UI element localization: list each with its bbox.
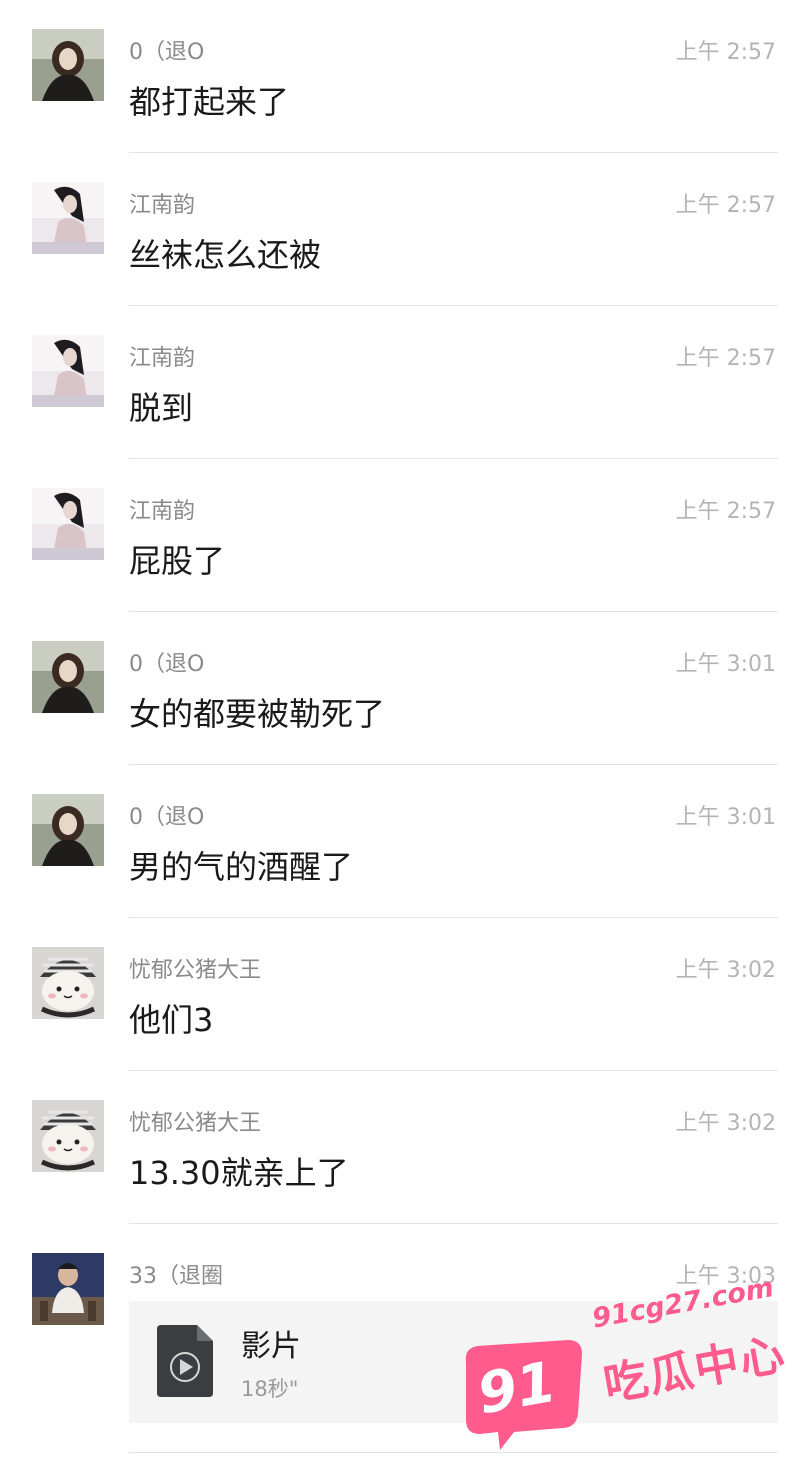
- file-title: 影片: [241, 1329, 301, 1364]
- sender-avatar[interactable]: [32, 182, 104, 254]
- message-text: 男的气的酒醒了: [129, 848, 354, 886]
- sender-avatar[interactable]: [32, 1253, 104, 1325]
- sender-avatar[interactable]: [32, 335, 104, 407]
- sender-avatar[interactable]: [32, 641, 104, 713]
- photo-woman-icon: [32, 488, 104, 560]
- chat-message-row[interactable]: 0（退O 上午 3:01 女的都要被勒死了: [0, 612, 800, 765]
- sender-avatar[interactable]: [32, 1100, 104, 1172]
- sender-avatar[interactable]: [32, 947, 104, 1019]
- watermark-number: 91: [472, 1349, 561, 1428]
- sender-name: 江南韵: [129, 193, 196, 218]
- message-text: 13.30就亲上了: [129, 1154, 349, 1192]
- video-file-icon: [157, 1325, 213, 1397]
- plush-toy-icon: [32, 1100, 104, 1172]
- chat-message-row[interactable]: 江南韵 上午 2:57 脱到: [0, 306, 800, 459]
- message-text: 丝袜怎么还被: [129, 236, 322, 274]
- plush-toy-icon: [32, 947, 104, 1019]
- photo-child-icon: [32, 1253, 104, 1325]
- watermark-title: 吃瓜中心: [599, 1328, 790, 1412]
- message-time: 上午 2:57: [675, 499, 776, 524]
- chat-message-row[interactable]: 江南韵 上午 2:57 丝袜怎么还被: [0, 153, 800, 306]
- sender-avatar[interactable]: [32, 488, 104, 560]
- message-text: 都打起来了: [129, 83, 290, 121]
- sender-name: 33（退圈: [129, 1264, 223, 1289]
- sender-name: 0（退O: [129, 805, 205, 830]
- chat-message-row[interactable]: 江南韵 上午 2:57 屁股了: [0, 459, 800, 612]
- chat-message-row[interactable]: 0（退O 上午 3:01 男的气的酒醒了: [0, 765, 800, 918]
- sender-name: 0（退O: [129, 652, 205, 677]
- message-time: 上午 2:57: [675, 346, 776, 371]
- photo-woman-icon: [32, 182, 104, 254]
- site-watermark: 91 91cg27.com 吃瓜中心: [458, 1272, 790, 1460]
- file-duration: 18秒": [241, 1377, 299, 1401]
- sender-name: 忧郁公猪大王: [129, 958, 262, 983]
- message-text: 脱到: [129, 389, 194, 427]
- sender-avatar[interactable]: [32, 794, 104, 866]
- message-time: 上午 3:02: [675, 1111, 776, 1136]
- message-time: 上午 2:57: [675, 193, 776, 218]
- photo-girl-icon: [32, 794, 104, 866]
- message-text: 他们3: [129, 1001, 214, 1039]
- photo-girl-icon: [32, 641, 104, 713]
- chat-message-row[interactable]: 0（退O 上午 2:57 都打起来了: [0, 0, 800, 153]
- photo-girl-icon: [32, 29, 104, 101]
- message-text: 屁股了: [129, 542, 226, 580]
- chat-message-row[interactable]: 忧郁公猪大王 上午 3:02 他们3: [0, 918, 800, 1071]
- sender-name: 江南韵: [129, 499, 196, 524]
- message-time: 上午 3:01: [675, 652, 776, 677]
- chat-message-row[interactable]: 忧郁公猪大王 上午 3:02 13.30就亲上了: [0, 1071, 800, 1224]
- message-time: 上午 2:57: [675, 40, 776, 65]
- message-time: 上午 3:01: [675, 805, 776, 830]
- sender-avatar[interactable]: [32, 29, 104, 101]
- sender-name: 忧郁公猪大王: [129, 1111, 262, 1136]
- photo-woman-icon: [32, 335, 104, 407]
- sender-name: 0（退O: [129, 40, 205, 65]
- message-time: 上午 3:02: [675, 958, 776, 983]
- message-text: 女的都要被勒死了: [129, 695, 386, 733]
- sender-name: 江南韵: [129, 346, 196, 371]
